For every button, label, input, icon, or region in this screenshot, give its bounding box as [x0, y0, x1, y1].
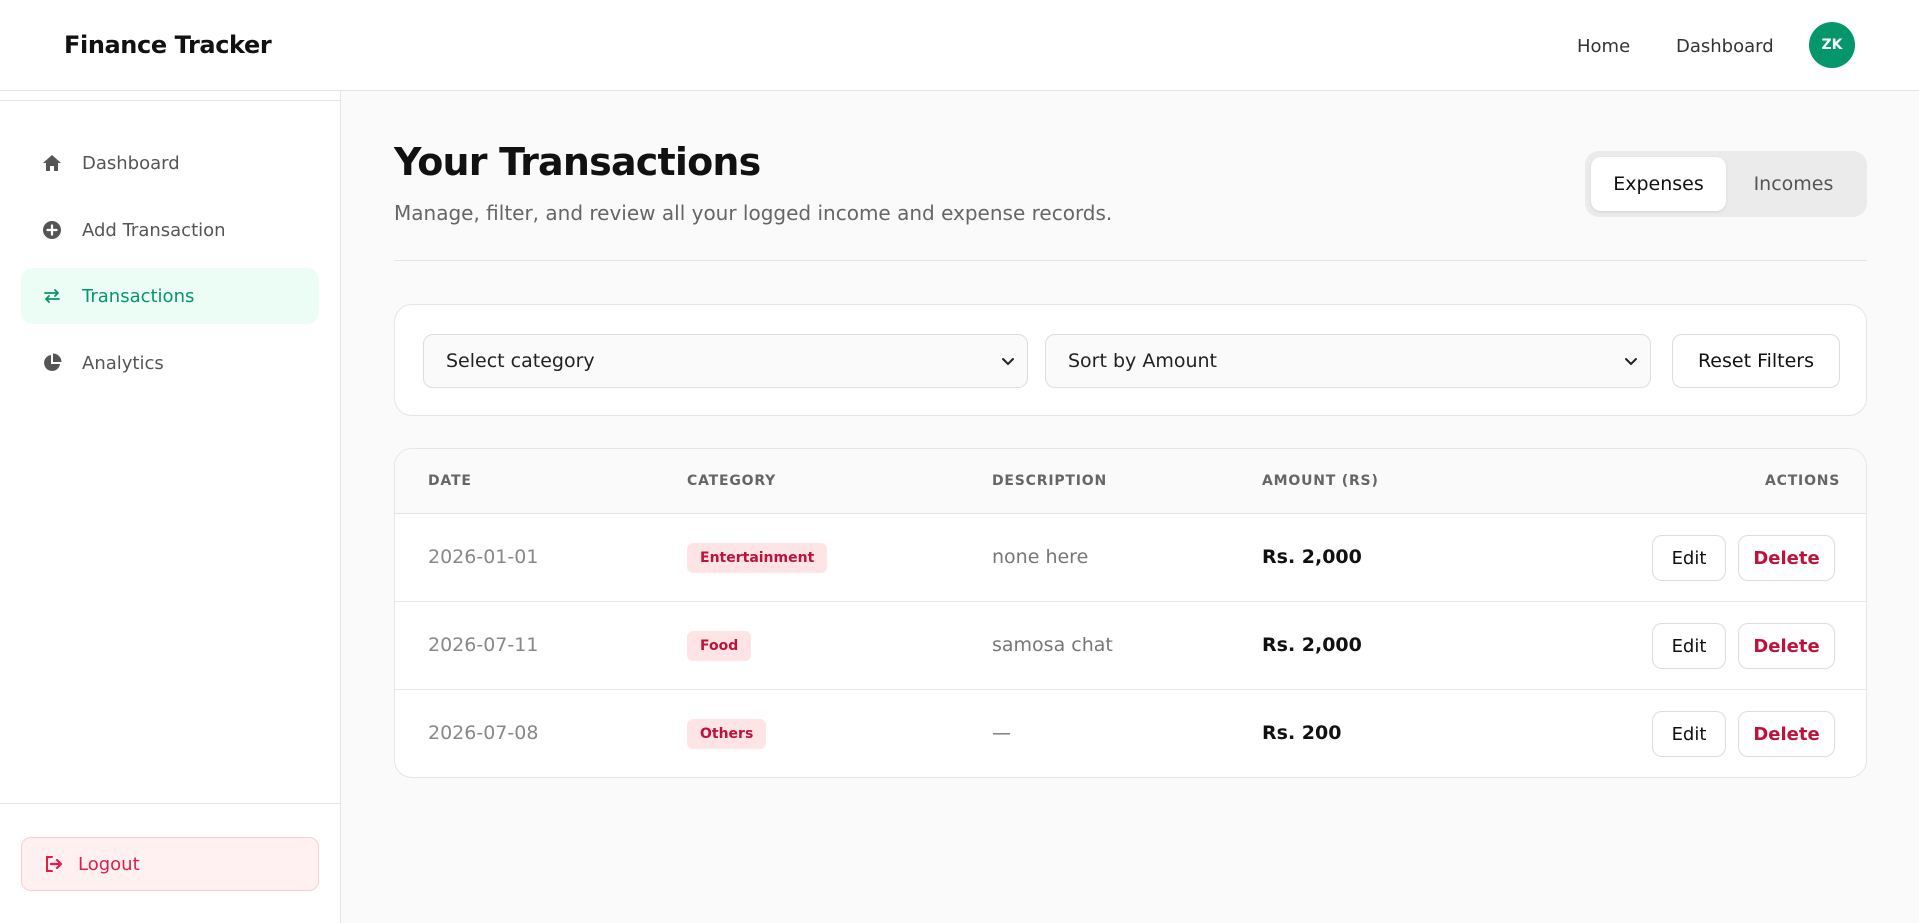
table-header: DATE CATEGORY DESCRIPTION AMOUNT (RS) AC…	[395, 449, 1866, 514]
edit-button[interactable]: Edit	[1652, 623, 1726, 669]
delete-button[interactable]: Delete	[1738, 535, 1835, 581]
table-row: 2026-01-01 Entertainment none here Rs. 2…	[395, 514, 1866, 602]
header-date: DATE	[428, 473, 472, 489]
header-amount: AMOUNT (RS)	[1262, 473, 1379, 489]
sidebar: Dashboard Add Transaction Transactions A…	[0, 91, 341, 923]
toggle-expenses[interactable]: Expenses	[1591, 157, 1726, 211]
row-category: Food	[687, 631, 752, 661]
chevron-down-icon	[1001, 350, 1015, 372]
transactions-table: DATE CATEGORY DESCRIPTION AMOUNT (RS) AC…	[394, 448, 1867, 778]
row-category: Others	[687, 719, 767, 749]
row-date: 2026-01-01	[428, 546, 539, 568]
row-amount: Rs. 200	[1262, 722, 1342, 744]
sidebar-item-transactions[interactable]: Transactions	[21, 268, 319, 324]
reset-filters-button[interactable]: Reset Filters	[1672, 334, 1840, 388]
page-subtitle: Manage, filter, and review all your logg…	[394, 201, 1113, 225]
logout-button[interactable]: Logout	[21, 837, 319, 891]
sidebar-item-dashboard[interactable]: Dashboard	[21, 135, 319, 191]
delete-button[interactable]: Delete	[1738, 623, 1835, 669]
row-description: samosa chat	[992, 634, 1113, 656]
delete-button[interactable]: Delete	[1738, 711, 1835, 757]
header-category: CATEGORY	[687, 473, 777, 489]
header-divider	[394, 260, 1867, 261]
category-badge: Others	[687, 719, 767, 749]
edit-button[interactable]: Edit	[1652, 535, 1726, 581]
category-badge: Entertainment	[687, 543, 828, 573]
category-select-value: Select category	[446, 350, 595, 372]
filter-card: Select category Sort by Amount Reset Fil…	[394, 304, 1867, 416]
table-row: 2026-07-08 Others — Rs. 200 Edit Delete	[395, 690, 1866, 777]
row-category: Entertainment	[687, 543, 828, 573]
brand-title[interactable]: Finance Tracker	[64, 31, 272, 59]
sidebar-divider-bottom	[0, 803, 340, 804]
header-description: DESCRIPTION	[992, 473, 1107, 489]
nav-home-link[interactable]: Home	[1577, 36, 1630, 57]
row-amount: Rs. 2,000	[1262, 634, 1362, 656]
row-description: —	[992, 722, 1011, 744]
chevron-down-icon	[1624, 350, 1638, 372]
sidebar-item-label: Analytics	[82, 352, 164, 374]
sidebar-item-label: Dashboard	[82, 152, 180, 174]
logout-icon	[44, 855, 64, 873]
row-date: 2026-07-08	[428, 722, 539, 744]
edit-button[interactable]: Edit	[1652, 711, 1726, 757]
sidebar-item-add-transaction[interactable]: Add Transaction	[21, 202, 319, 258]
nav-dashboard-link[interactable]: Dashboard	[1676, 36, 1774, 57]
top-bar: Finance Tracker Home Dashboard ZK	[0, 0, 1919, 91]
sort-select-value: Sort by Amount	[1068, 350, 1217, 372]
row-description: none here	[992, 546, 1089, 568]
home-icon	[41, 152, 63, 174]
type-toggle: Expenses Incomes	[1585, 151, 1867, 217]
sidebar-item-label: Transactions	[82, 285, 195, 307]
page-title: Your Transactions	[394, 140, 761, 184]
category-select[interactable]: Select category	[423, 334, 1028, 388]
swap-arrows-icon	[41, 285, 63, 307]
sidebar-divider-top	[0, 100, 340, 101]
user-avatar[interactable]: ZK	[1809, 22, 1855, 68]
plus-circle-icon	[41, 219, 63, 241]
toggle-incomes[interactable]: Incomes	[1726, 157, 1861, 211]
sort-select[interactable]: Sort by Amount	[1045, 334, 1651, 388]
row-date: 2026-07-11	[428, 634, 539, 656]
row-amount: Rs. 2,000	[1262, 546, 1362, 568]
logout-label: Logout	[78, 853, 140, 875]
header-actions: ACTIONS	[1765, 473, 1841, 489]
sidebar-item-label: Add Transaction	[82, 219, 226, 241]
table-row: 2026-07-11 Food samosa chat Rs. 2,000 Ed…	[395, 602, 1866, 690]
sidebar-item-analytics[interactable]: Analytics	[21, 335, 319, 391]
category-badge: Food	[687, 631, 752, 661]
pie-chart-icon	[41, 352, 63, 374]
